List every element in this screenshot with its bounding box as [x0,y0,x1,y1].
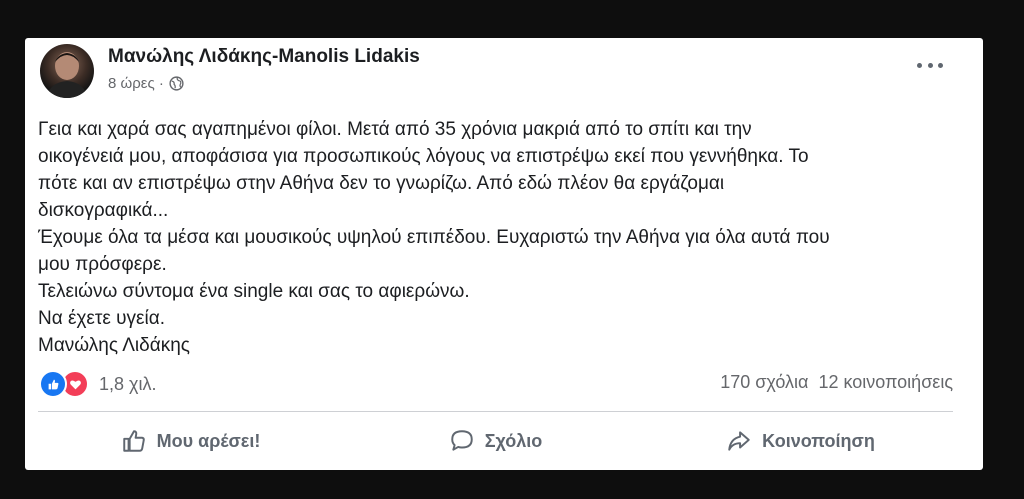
like-button[interactable]: Μου αρέσει! [38,416,343,466]
more-options-icon[interactable] [917,58,943,72]
post-line: δισκογραφικά... [38,200,169,221]
avatar[interactable] [40,44,94,98]
more-dot [917,62,922,68]
comment-icon [451,430,473,451]
share-label: Κοινοποίηση [762,430,875,451]
post-line: Έχουμε όλα τα μέσα και μουσικούς υψηλού … [38,227,830,248]
comment-button[interactable]: Σχόλιο [343,416,648,466]
globe-icon [169,76,184,91]
post-line: μου πρόσφερε. [38,254,167,275]
author-name[interactable]: Μανώλης Λιδάκης-Manolis Lidakis [108,46,420,68]
more-dot [938,62,943,68]
post-line: Μανώλης Λιδάκης [38,335,190,356]
action-bar: Μου αρέσει! Σχόλιο Κοινοποίηση [38,416,953,466]
comments-count[interactable]: 170 σχόλια [720,372,808,393]
share-icon [728,431,750,451]
divider [38,411,953,412]
post-card: Μανώλης Λιδάκης-Manolis Lidakis 8 ώρες ·… [25,38,983,470]
post-line: Γεια και χαρά σας αγαπημένοι φίλοι. Μετά… [38,119,752,140]
post-line: οικογένειά μου, αποφάσισα για προσωπικού… [38,146,809,167]
more-dot [927,62,933,68]
like-label: Μου αρέσει! [156,430,261,451]
comment-label: Σχόλιο [484,430,543,451]
post-stats: 170 σχόλια 12 κοινοποιήσεις [720,372,953,393]
reaction-count: 1,8 χιλ. [99,373,157,394]
post-line: πότε και αν επιστρέψω στην Αθήνα δεν το … [38,173,725,194]
post-line: Να έχετε υγεία. [38,308,165,329]
shares-count[interactable]: 12 κοινοποιήσεις [818,372,953,393]
post-time[interactable]: 8 ώρες · [108,75,164,92]
share-button[interactable]: Κοινοποίηση [648,416,953,466]
post-line: Τελειώνω σύντομα ένα single και σας το α… [38,281,470,302]
post-meta: 8 ώρες · [108,75,184,92]
like-reaction-icon [39,370,67,398]
post-text: Γεια και χαρά σας αγαπημένοι φίλοι. Μετά… [38,116,958,359]
reactions-summary[interactable]: 1,8 χιλ. [39,370,156,398]
thumbs-up-icon [122,430,145,452]
